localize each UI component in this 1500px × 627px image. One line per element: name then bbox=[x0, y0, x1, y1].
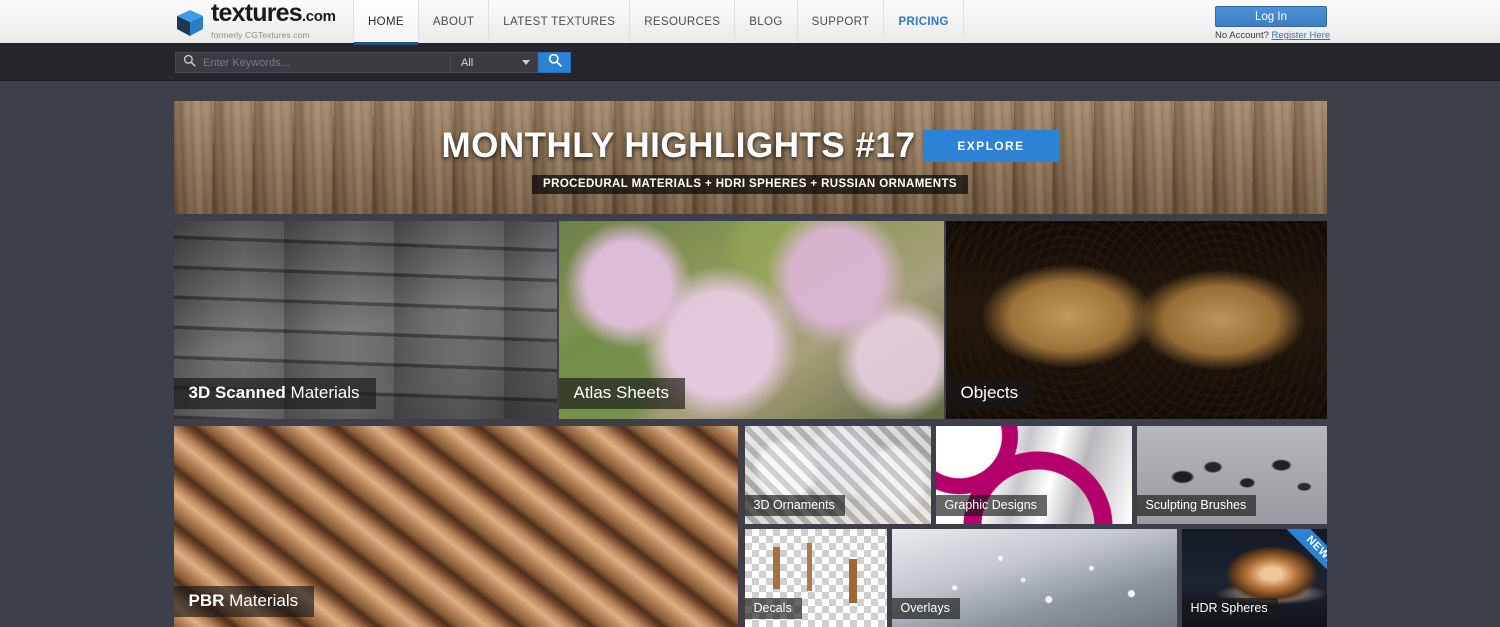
tile-pbr-materials[interactable]: PBR Materials bbox=[174, 426, 738, 627]
search-category-value: All bbox=[461, 57, 473, 69]
tile-label-rest: Materials bbox=[224, 591, 298, 610]
nav-label: BLOG bbox=[749, 16, 782, 28]
tile-3d-scanned-materials[interactable]: 3D Scanned Materials bbox=[174, 221, 557, 419]
tile-label: Objects bbox=[946, 378, 1035, 409]
nav-label: PRICING bbox=[898, 16, 948, 28]
magnifier-icon bbox=[183, 54, 196, 72]
brand-name: textures bbox=[211, 0, 302, 27]
hero-banner[interactable]: MONTHLY HIGHLIGHTS #17 EXPLORE PROCEDURA… bbox=[174, 101, 1327, 214]
brand-tagline: formerly CGTextures.com bbox=[211, 30, 310, 40]
search-input[interactable] bbox=[203, 57, 423, 69]
hero-row: MONTHLY HIGHLIGHTS #17 EXPLORE bbox=[441, 126, 1058, 166]
search-category-select[interactable]: All bbox=[450, 52, 538, 73]
no-account-text: No Account? bbox=[1215, 30, 1269, 41]
hero-subtitle: PROCEDURAL MATERIALS + HDRI SPHERES + RU… bbox=[532, 175, 968, 194]
nav-item-pricing[interactable]: PRICING bbox=[883, 0, 963, 43]
brand-tld: .com bbox=[302, 8, 336, 25]
new-badge-ribbon: NEW! bbox=[1265, 529, 1327, 591]
magnifier-icon bbox=[548, 53, 562, 72]
main-content: MONTHLY HIGHLIGHTS #17 EXPLORE PROCEDURA… bbox=[174, 81, 1327, 627]
nav-item-resources[interactable]: RESOURCES bbox=[629, 0, 734, 43]
small-tiles-row-top: 3D Ornaments Graphic Designs Sculpting B… bbox=[745, 426, 1327, 524]
tile-3d-ornaments[interactable]: 3D Ornaments bbox=[745, 426, 931, 524]
tile-overlays[interactable]: Overlays bbox=[892, 529, 1177, 627]
nav-label: RESOURCES bbox=[644, 16, 720, 28]
tile-label-rest: Materials bbox=[286, 383, 360, 402]
chevron-down-icon bbox=[522, 60, 530, 65]
new-badge-label: NEW! bbox=[1279, 529, 1327, 589]
login-button[interactable]: Log In bbox=[1215, 6, 1327, 27]
nav-label: ABOUT bbox=[433, 16, 474, 28]
tile-label: 3D Scanned Materials bbox=[174, 378, 376, 409]
nav-item-blog[interactable]: BLOG bbox=[734, 0, 796, 43]
tile-label-rest: Atlas Sheets bbox=[574, 383, 669, 402]
account-area: Log In No Account? Register Here bbox=[1215, 6, 1327, 41]
hero-explore-button[interactable]: EXPLORE bbox=[923, 130, 1058, 162]
tile-label-bold: 3D Scanned bbox=[189, 383, 286, 402]
small-tiles-row-bottom: Decals Overlays NEW! HDR Spheres bbox=[745, 529, 1327, 627]
category-row-primary: 3D Scanned Materials Atlas Sheets Object… bbox=[174, 221, 1327, 419]
small-tiles-grid: 3D Ornaments Graphic Designs Sculpting B… bbox=[745, 426, 1327, 627]
tile-label: Decals bbox=[745, 598, 802, 619]
tile-label: HDR Spheres bbox=[1182, 598, 1278, 619]
register-link[interactable]: Register Here bbox=[1272, 30, 1331, 41]
site-logo[interactable]: textures.com formerly CGTextures.com bbox=[175, 0, 353, 43]
hero-title: MONTHLY HIGHLIGHTS #17 bbox=[441, 126, 915, 166]
search-form: All bbox=[175, 52, 571, 73]
tile-label-rest: Objects bbox=[961, 383, 1019, 402]
tile-atlas-sheets[interactable]: Atlas Sheets bbox=[559, 221, 944, 419]
cube-icon bbox=[175, 8, 205, 38]
nav-label: HOME bbox=[368, 16, 404, 28]
nav-item-about[interactable]: ABOUT bbox=[418, 0, 488, 43]
tile-decals[interactable]: Decals bbox=[745, 529, 887, 627]
tile-label-bold: PBR bbox=[189, 591, 225, 610]
tile-label: Atlas Sheets bbox=[559, 378, 685, 409]
search-bar: All bbox=[0, 45, 1500, 81]
hero-inner: MONTHLY HIGHLIGHTS #17 EXPLORE PROCEDURA… bbox=[441, 126, 1058, 194]
nav-item-home[interactable]: HOME bbox=[353, 0, 418, 43]
search-field[interactable] bbox=[175, 52, 450, 73]
site-header: textures.com formerly CGTextures.com HOM… bbox=[0, 0, 1500, 45]
nav-label: SUPPORT bbox=[812, 16, 870, 28]
nav-label: LATEST TEXTURES bbox=[503, 16, 615, 28]
category-row-secondary: PBR Materials 3D Ornaments Graphic Desig… bbox=[174, 426, 1327, 627]
tile-objects[interactable]: Objects bbox=[946, 221, 1327, 419]
register-prompt: No Account? Register Here bbox=[1215, 30, 1327, 41]
tile-sculpting-brushes[interactable]: Sculpting Brushes bbox=[1137, 426, 1327, 524]
tile-label: Overlays bbox=[892, 598, 960, 619]
main-nav: HOME ABOUT LATEST TEXTURES RESOURCES BLO… bbox=[353, 0, 964, 43]
tile-hdr-spheres[interactable]: NEW! HDR Spheres bbox=[1182, 529, 1327, 627]
tile-label: 3D Ornaments bbox=[745, 495, 845, 516]
tile-label: PBR Materials bbox=[174, 586, 315, 617]
tile-label: Sculpting Brushes bbox=[1137, 495, 1257, 516]
search-submit-button[interactable] bbox=[538, 52, 571, 73]
tile-label: Graphic Designs bbox=[936, 495, 1047, 516]
nav-item-support[interactable]: SUPPORT bbox=[797, 0, 884, 43]
tile-graphic-designs[interactable]: Graphic Designs bbox=[936, 426, 1132, 524]
nav-item-latest-textures[interactable]: LATEST TEXTURES bbox=[488, 0, 629, 43]
